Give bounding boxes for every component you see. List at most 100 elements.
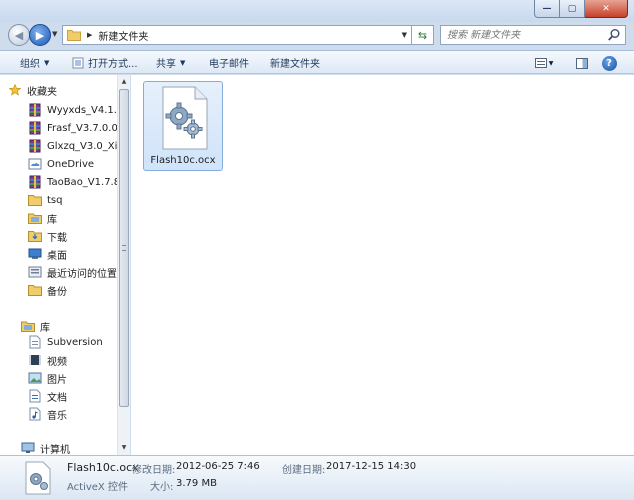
modified-date-value: 2012-06-25 7:46 (176, 461, 260, 472)
file-item-flash10c[interactable]: Flash10c.ocx (143, 81, 223, 171)
refresh-icon: ⇆ (417, 28, 428, 42)
change-view-button[interactable]: ▼ (533, 55, 555, 71)
close-icon: ✕ (602, 3, 610, 14)
folder-icon (67, 30, 81, 41)
favorites-item-3[interactable]: OneDrive (28, 155, 117, 173)
favorites-item-7[interactable]: 下载 (28, 227, 117, 245)
address-bar[interactable]: ▶ 新建文件夹 ▼ (62, 25, 412, 45)
music-library-icon (28, 407, 42, 421)
search-input[interactable] (441, 26, 605, 44)
breadcrumb-separator-icon[interactable]: ▶ (87, 31, 92, 39)
libraries-label: 库 (40, 322, 50, 334)
forward-button[interactable]: ▶ (29, 24, 51, 46)
activex-control-gear-icon (162, 86, 208, 150)
size-label: 大小: (150, 482, 174, 493)
open-with-label: 打开方式... (88, 59, 138, 70)
chevron-down-icon: ▼ (52, 30, 58, 38)
address-history-dropdown[interactable]: ▼ (402, 31, 407, 39)
favorites-item-label: OneDrive (47, 158, 95, 170)
modified-date-label: 修改日期: (132, 465, 176, 476)
subversion-library-icon (28, 335, 42, 349)
libraries-item-2[interactable]: 图片 (28, 369, 117, 387)
libraries-item-4[interactable]: 音乐 (28, 405, 117, 423)
file-list-view[interactable]: Flash10c.ocx (131, 75, 634, 455)
favorites-item-label: 下载 (47, 232, 67, 244)
scroll-down-arrow-icon[interactable]: ▼ (119, 442, 129, 454)
organize-button[interactable]: 组织 ▼ (20, 51, 49, 74)
libraries-item-1[interactable]: 视频 (28, 351, 117, 369)
star-icon (8, 83, 22, 97)
open-with-button[interactable]: 打开方式... (72, 51, 138, 74)
computer-label: 计算机 (40, 444, 70, 456)
favorites-item-8[interactable]: 桌面 (28, 245, 117, 263)
grip-icon (122, 245, 126, 251)
favorites-item-label: Wyyxds_V4.1.1.1 (47, 104, 117, 116)
favorites-item-1[interactable]: Frasf_V3.7.0.0_XiTongZhiJia (28, 119, 117, 137)
favorites-item-5[interactable]: tsq (28, 191, 117, 209)
help-button[interactable]: ? (601, 55, 617, 71)
help-icon: ? (601, 55, 617, 71)
recent-pages-dropdown[interactable]: ▼ (52, 30, 57, 38)
back-button[interactable]: ◀ (8, 24, 30, 46)
favorites-item-0[interactable]: Wyyxds_V4.1.1.1 (28, 101, 117, 119)
created-date-label: 创建日期: (282, 465, 326, 476)
command-bar: 组织 ▼ 打开方式... 共享 ▼ 电子邮件 新建文件夹 ▼ ? (0, 50, 634, 74)
favorites-item-9[interactable]: 最近访问的位置 (28, 263, 117, 281)
scroll-up-arrow-icon[interactable]: ▲ (119, 76, 129, 88)
favorites-item-label: Frasf_V3.7.0.0_XiTongZhiJia (47, 122, 117, 134)
documents-library-icon (28, 389, 42, 403)
favorites-header[interactable]: 收藏夹 (8, 81, 57, 99)
download-folder-icon (28, 229, 42, 243)
email-label: 电子邮件 (209, 59, 249, 70)
libraries-item-0[interactable]: Subversion (28, 333, 117, 351)
libraries-item-3[interactable]: 文档 (28, 387, 117, 405)
search-box[interactable] (440, 25, 626, 45)
new-folder-label: 新建文件夹 (270, 59, 320, 70)
favorites-item-label: TaoBao_V1.7.8.0 (47, 176, 117, 188)
email-button[interactable]: 电子邮件 (209, 51, 249, 74)
libraries-item-label: 视频 (47, 356, 67, 368)
libraries-item-label: 文档 (47, 392, 67, 404)
new-folder-button[interactable]: 新建文件夹 (270, 51, 320, 74)
libraries-item-label: 图片 (47, 374, 67, 386)
refresh-button[interactable]: ⇆ (412, 25, 434, 45)
maximize-button[interactable]: ▢ (560, 0, 585, 18)
computer-icon (21, 441, 35, 455)
search-icon[interactable] (607, 28, 621, 42)
window-controls: — ▢ ✕ (534, 0, 628, 18)
close-button[interactable]: ✕ (585, 0, 628, 18)
libraries-item-label: Subversion (47, 336, 103, 348)
organize-label: 组织 (20, 59, 40, 70)
details-file-type: ActiveX 控件 (67, 482, 128, 493)
winrar-archive-icon (28, 175, 42, 189)
share-label: 共享 (156, 59, 176, 70)
library-icon (28, 211, 42, 225)
share-button[interactable]: 共享 ▼ (156, 51, 185, 74)
winrar-archive-icon (28, 103, 42, 117)
activex-control-gear-icon (25, 461, 51, 495)
arrow-right-icon: ▶ (35, 28, 45, 42)
favorites-item-2[interactable]: Glxzq_V3.0_XiTongZhiJia (28, 137, 117, 155)
favorites-item-label: Glxzq_V3.0_XiTongZhiJia (47, 140, 117, 152)
nav-scrollbar[interactable]: ▲ ▼ (117, 75, 130, 455)
favorites-item-6[interactable]: 库 (28, 209, 117, 227)
minimize-button[interactable]: — (534, 0, 560, 18)
libraries-item-label: 音乐 (47, 410, 67, 422)
created-date-value: 2017-12-15 14:30 (326, 461, 417, 472)
title-bar[interactable]: — ▢ ✕ (0, 0, 634, 22)
recent-places-icon (28, 265, 42, 279)
chevron-down-icon: ▼ (180, 58, 186, 67)
computer-header[interactable]: 计算机 (21, 439, 70, 455)
breadcrumb-current-folder[interactable]: 新建文件夹 (98, 28, 148, 43)
chevron-down-icon: ▼ (548, 59, 554, 67)
scrollbar-thumb[interactable] (119, 89, 129, 407)
details-file-name: Flash10c.ocx (67, 461, 139, 474)
onedrive-icon (28, 157, 42, 171)
folder-icon (28, 193, 42, 207)
favorites-item-10[interactable]: 备份 (28, 281, 117, 299)
arrow-left-icon: ◀ (14, 28, 24, 42)
favorites-item-4[interactable]: TaoBao_V1.7.8.0 (28, 173, 117, 191)
navigation-pane: 收藏夹 Wyyxds_V4.1.1.1 Frasf_V3.7.0.0_XiTong… (0, 75, 130, 455)
library-icon (21, 319, 35, 333)
preview-pane-button[interactable] (574, 55, 590, 71)
